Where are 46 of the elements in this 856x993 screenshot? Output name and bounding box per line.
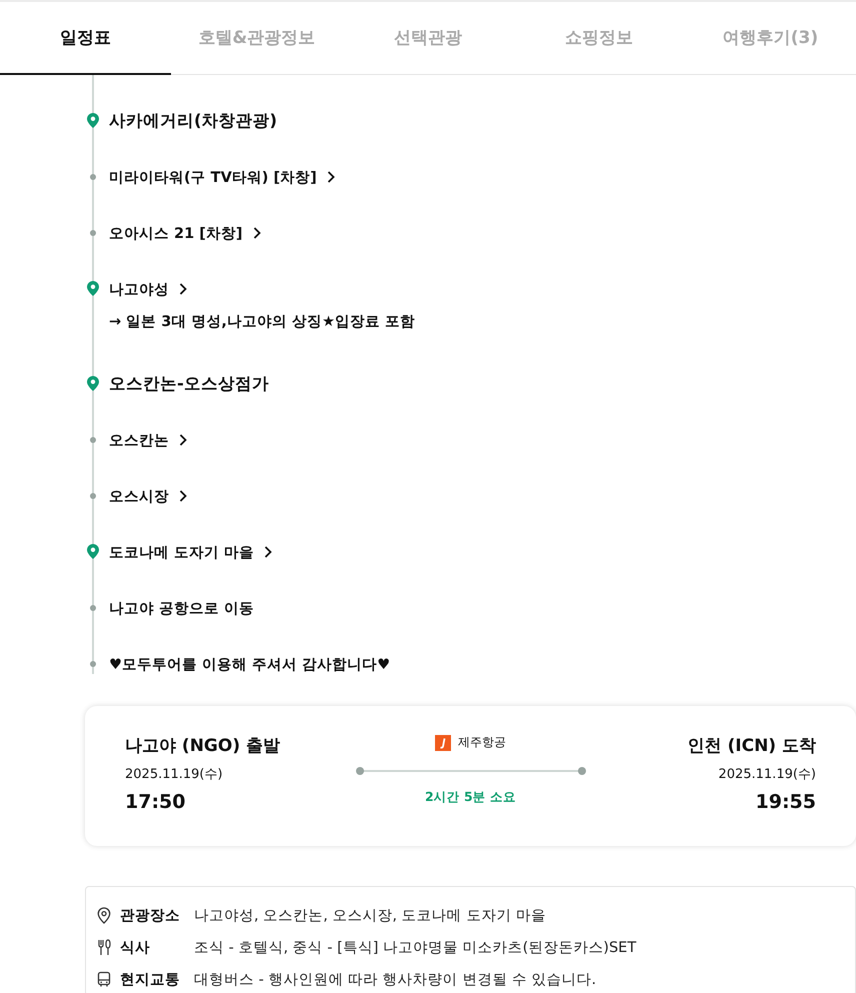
dot-icon	[90, 605, 96, 611]
flight-time: 17:50	[125, 791, 186, 813]
chevron-right-icon	[179, 434, 187, 446]
map-pin-icon	[87, 376, 99, 391]
detail-value: 대형버스 - 행사인원에 따라 행사차량이 변경될 수 있습니다.	[194, 970, 596, 988]
map-pin-icon	[87, 544, 99, 559]
dot-icon	[90, 230, 96, 236]
chevron-right-icon	[179, 283, 187, 295]
flight-time: 19:55	[756, 791, 816, 813]
chevron-right-icon	[252, 227, 261, 239]
airport-label: 인천 (ICN) 도착	[688, 735, 816, 757]
chevron-right-icon	[179, 490, 187, 502]
detail-label: 관광장소	[120, 906, 181, 924]
itinerary-item: ♥모두투어를 이용해 주셔서 감사합니다♥	[109, 656, 390, 674]
dot-icon	[90, 493, 96, 499]
dot-icon	[90, 661, 96, 667]
itinerary-item[interactable]: 오아시스 21 [차창]	[109, 224, 243, 242]
map-pin-icon	[87, 281, 99, 296]
tab[interactable]: 일정표	[0, 2, 172, 75]
detail-label: 현지교통	[120, 970, 181, 988]
location-pin-icon	[96, 906, 112, 924]
itinerary-item[interactable]: 오스시장	[109, 486, 169, 506]
detail-value: 나고야성, 오스칸논, 오스시장, 도코나메 도자기 마을	[194, 906, 546, 924]
airline-name: 제주항공	[458, 734, 506, 751]
chevron-right-icon	[326, 171, 335, 183]
chevron-right-icon	[264, 546, 272, 558]
airline-logo-icon	[435, 734, 451, 750]
detail-value: 조식 - 호텔식, 중식 - [특식] 나고야명물 미소카츠(된장돈카스)SET	[194, 938, 636, 956]
flight-date: 2025.11.19(수)	[125, 766, 224, 783]
fork-spoon-icon	[96, 938, 112, 956]
itinerary-item: 오스칸논-오스상점가	[109, 373, 269, 395]
itinerary-item[interactable]: 미라이타워(구 TV타워) [차창]	[109, 168, 317, 186]
detail-label: 식사	[120, 938, 151, 956]
dot-icon	[90, 437, 96, 443]
airport-label: 나고야 (NGO) 출발	[125, 735, 282, 757]
flight-duration: 2시간 5분 소요	[424, 789, 516, 806]
itinerary-item[interactable]: 오스칸논	[109, 430, 169, 450]
flight-date: 2025.11.19(수)	[718, 766, 816, 783]
dot-icon	[90, 174, 96, 180]
itinerary-note: → 일본 3대 명성,나고야의 상징★입장료 포함	[108, 313, 416, 331]
itinerary-item[interactable]: 도코나메 도자기 마을	[109, 542, 254, 562]
itinerary-item: 사카에거리(차창관광)	[109, 110, 278, 132]
itinerary-item[interactable]: 나고야성	[109, 280, 169, 298]
map-pin-icon	[87, 113, 99, 128]
bus-icon	[96, 970, 112, 988]
itinerary-item: 나고야 공항으로 이동	[109, 600, 254, 618]
